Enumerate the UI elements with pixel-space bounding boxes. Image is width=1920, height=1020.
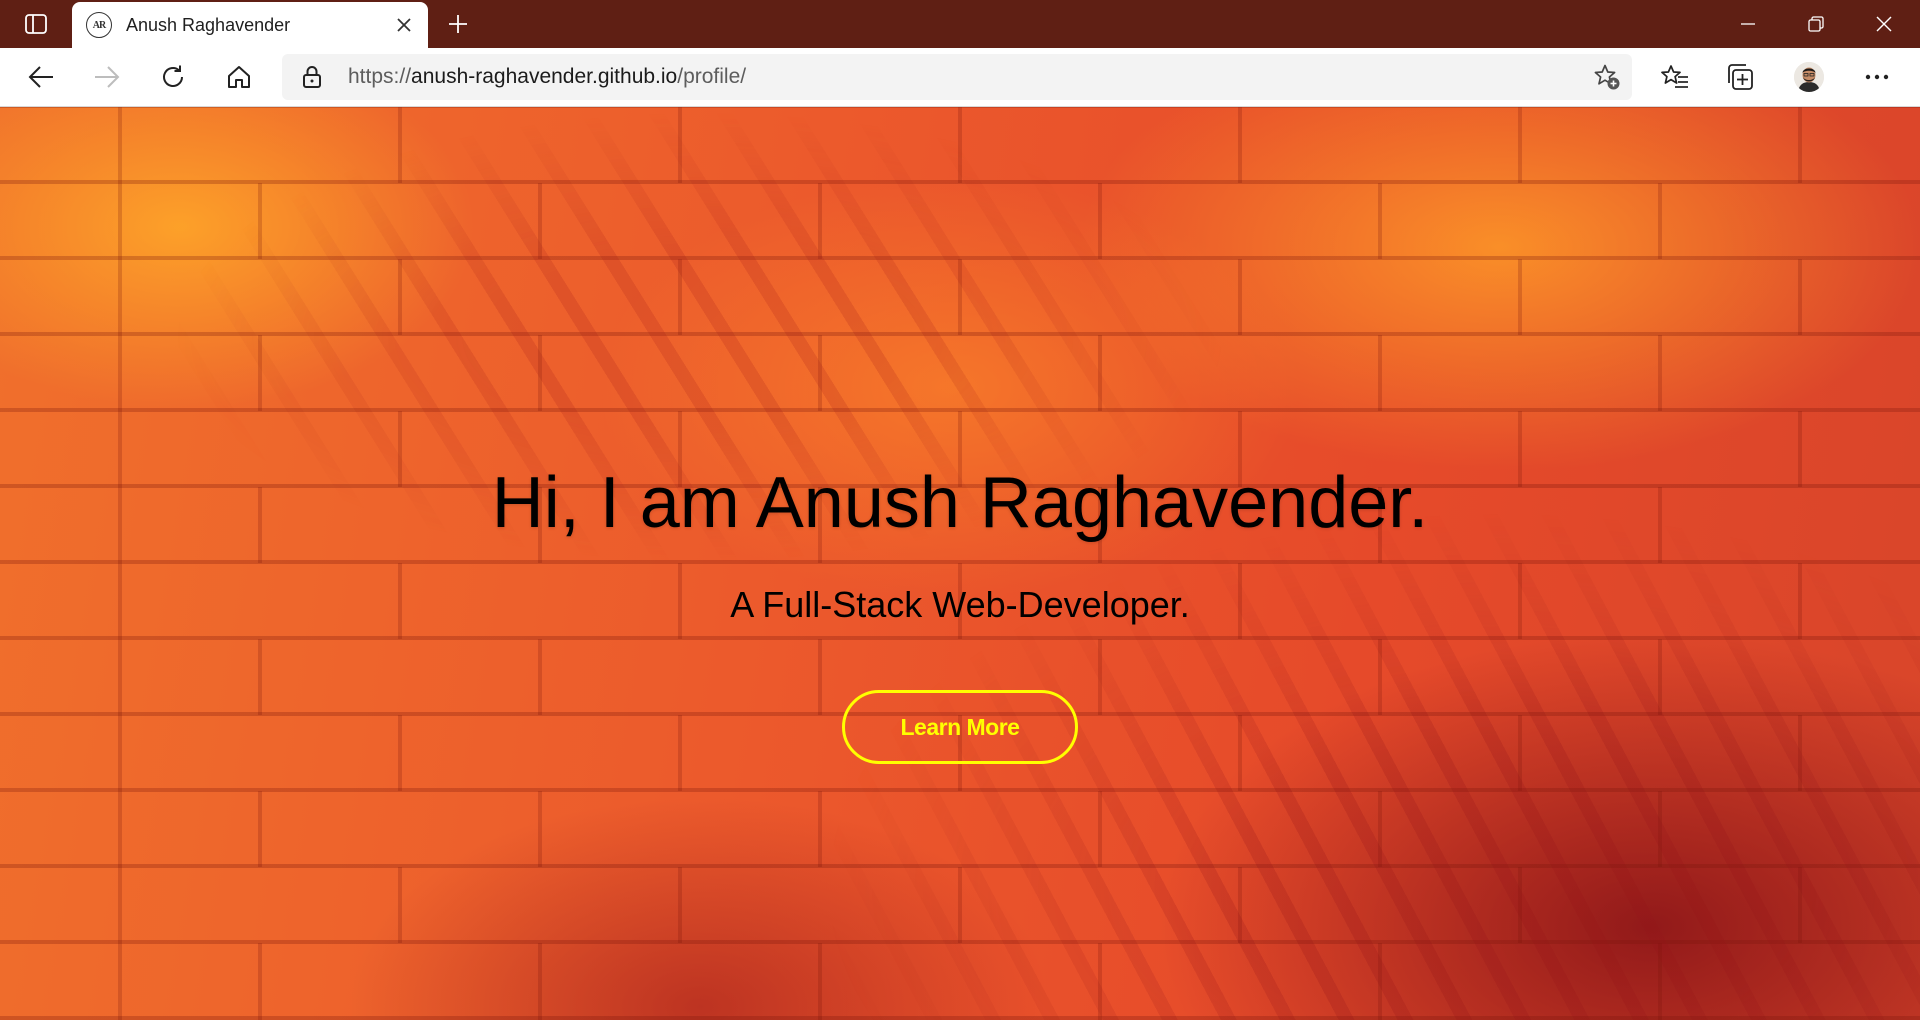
collections-icon [1728,64,1753,90]
profile-button[interactable] [1788,56,1830,98]
tab-actions-icon [25,14,47,34]
site-info-button[interactable] [296,61,328,93]
star-add-icon [1594,64,1620,90]
title-bar: AR Anush Raghavender [0,0,1920,48]
hero-title: Hi, I am Anush Raghavender. [491,463,1429,543]
url-scheme: https:// [348,65,412,88]
refresh-icon [163,65,183,87]
home-button[interactable] [218,56,260,98]
arrow-left-icon [28,66,53,88]
new-tab-button[interactable] [440,8,476,40]
page-viewport: Hi, I am Anush Raghavender. A Full-Stack… [0,107,1920,1020]
minimize-button[interactable] [1714,0,1782,48]
back-button[interactable] [20,56,62,98]
tab-actions-button[interactable] [16,8,56,40]
address-bar[interactable]: https://anush-raghavender.github.io/prof… [282,54,1632,100]
favorites-button[interactable] [1654,56,1696,98]
url-host: anush-raghavender.github.io [411,65,678,88]
home-icon [228,66,250,88]
minimize-icon [1741,23,1755,25]
url-text[interactable]: https://anush-raghavender.github.io/prof… [348,65,746,89]
arrow-right-icon [95,66,120,88]
lock-icon [303,66,321,88]
more-horizontal-icon [1865,74,1889,80]
restore-button[interactable] [1782,0,1850,48]
forward-button[interactable] [86,56,128,98]
close-icon [397,18,411,32]
refresh-button[interactable] [152,56,194,98]
tab-active[interactable]: AR Anush Raghavender [72,2,428,48]
window-close-button[interactable] [1850,0,1918,48]
learn-more-button[interactable]: Learn More [842,690,1078,764]
hero-subtitle: A Full-Stack Web-Developer. [730,584,1190,625]
settings-more-button[interactable] [1856,56,1898,98]
collections-button[interactable] [1719,56,1761,98]
url-path: /profile/ [677,65,747,88]
site-favicon-icon: AR [86,12,112,38]
add-favorite-button[interactable] [1590,61,1624,93]
avatar [1794,62,1824,92]
close-icon [1876,16,1892,32]
restore-icon [1808,16,1824,32]
leaf-shadow-decoration-top [0,107,1920,1020]
favorites-icon [1661,65,1688,88]
tab-close-button[interactable] [388,9,420,41]
browser-toolbar: https://anush-raghavender.github.io/prof… [0,48,1920,107]
tab-title: Anush Raghavender [126,14,291,35]
plus-icon [449,15,467,33]
